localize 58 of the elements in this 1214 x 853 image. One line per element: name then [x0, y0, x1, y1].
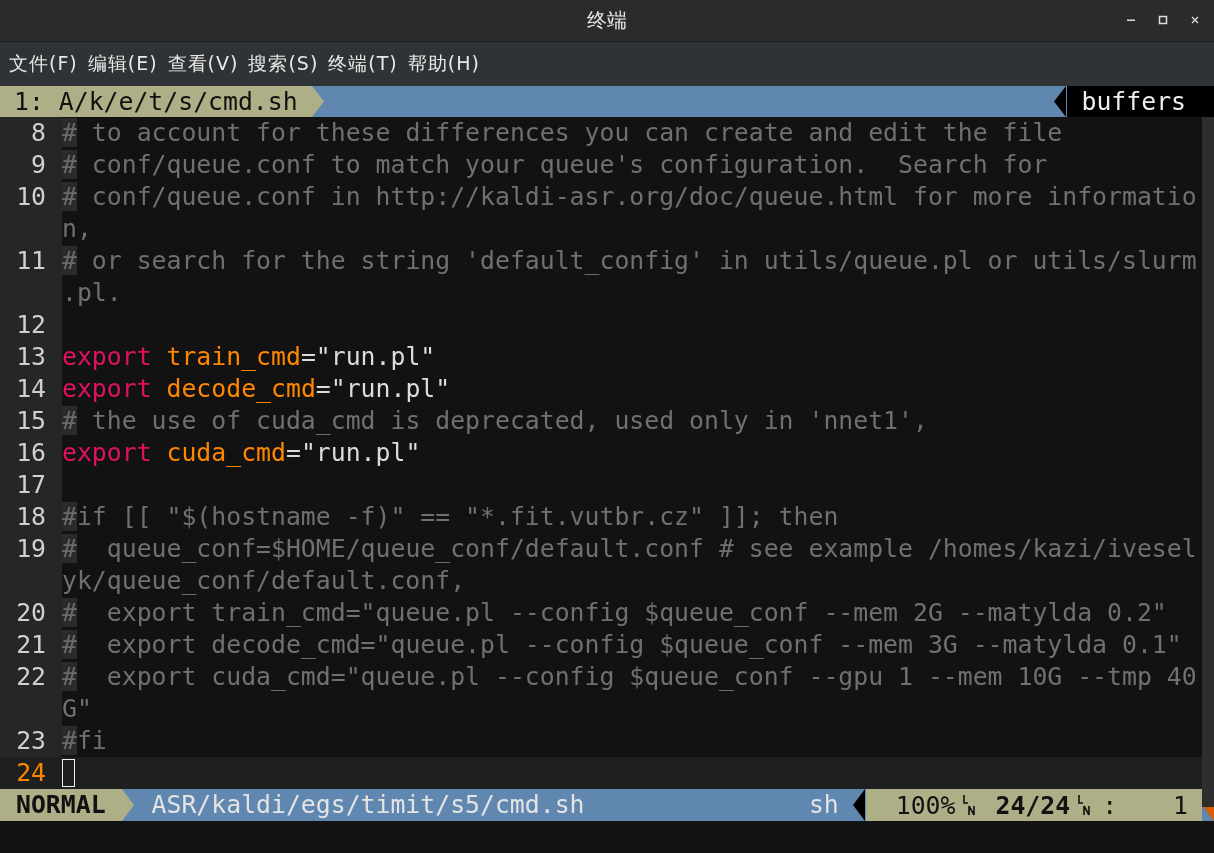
line-number: 9 — [31, 149, 46, 181]
column-separator: : — [1102, 790, 1118, 820]
code-line: # export cuda_cmd="queue.pl --config $queue_conf --gpu 1 --mem 10G --tmp 40 — [62, 661, 1197, 693]
code-line: #if [[ "$(hostname -f)" == "*.fit.vutbr.cz" ]]; then — [62, 501, 839, 533]
maximize-icon[interactable] — [1158, 15, 1168, 25]
line-number: 22 — [16, 661, 46, 693]
line-number: 18 — [16, 501, 46, 533]
code-line: # export train_cmd="queue.pl --config $queue_conf --mem 2G --matylda 0.2" — [62, 597, 1167, 629]
code-line: # queue_conf=$HOME/queue_conf/default.conf # see example /homes/kazi/ivesel — [62, 533, 1197, 565]
code-line: .pl. — [62, 277, 122, 309]
code-line: # to account for these differences you can create and edit the file — [62, 117, 1063, 149]
line-number: 16 — [16, 437, 46, 469]
line-number: 23 — [16, 725, 46, 757]
menu-item[interactable]: 编辑(E) — [84, 49, 161, 79]
code-line: export decode_cmd="run.pl" — [62, 373, 451, 405]
column-number: 1 — [1173, 790, 1188, 820]
code-line: G" — [62, 693, 92, 725]
line-number: 10 — [16, 181, 46, 213]
separator-arrow-icon — [311, 86, 324, 117]
line-number-icon — [963, 794, 976, 816]
scroll-percent: 100% — [895, 790, 956, 820]
menu-item[interactable]: 文件(F) — [6, 49, 81, 79]
line-number: 20 — [16, 597, 46, 629]
code-line: export train_cmd="run.pl" — [62, 341, 436, 373]
scrollbar[interactable] — [1202, 117, 1214, 807]
line-number: 19 — [16, 533, 46, 565]
line-number: 15 — [16, 405, 46, 437]
line-number: 17 — [16, 469, 46, 501]
separator-arrow-icon — [1054, 86, 1067, 117]
line-number-icon — [1078, 794, 1091, 816]
code-line: yk/queue_conf/default.conf, — [62, 565, 466, 597]
line-number: 8 — [31, 117, 46, 149]
code-line: # conf/queue.conf in http://kaldi-asr.org/doc/queue.html for more informatio — [62, 181, 1197, 213]
line-number: 11 — [16, 245, 46, 277]
code-line: # or search for the string 'default_config' in utils/queue.pl or utils/slurm — [62, 245, 1197, 277]
separator-arrow-icon — [852, 789, 865, 821]
line-number: 14 — [16, 373, 46, 405]
separator-arrow-icon — [121, 789, 134, 821]
line-number: 24 — [16, 757, 46, 789]
menu-item[interactable]: 查看(V) — [164, 49, 242, 79]
line-number: 13 — [16, 341, 46, 373]
line-position: 24/24 — [995, 790, 1071, 820]
code-line: # export decode_cmd="queue.pl --config $queue_conf --mem 3G --matylda 0.1" — [62, 629, 1182, 661]
line-number: 21 — [16, 629, 46, 661]
close-icon[interactable] — [1190, 15, 1200, 25]
text-cursor — [62, 759, 75, 787]
code-line: # the use of cuda_cmd is deprecated, used only in 'nnet1', — [62, 405, 928, 437]
menu-item[interactable]: 帮助(H) — [404, 49, 483, 79]
file-path: ASR/kaldi/egs/timit/s5/cmd.sh — [150, 789, 586, 821]
line-number: 12 — [16, 309, 46, 341]
code-line: n, — [62, 213, 92, 245]
menu-item[interactable]: 终端(T) — [325, 49, 401, 79]
file-type: sh — [808, 789, 840, 821]
menu-item[interactable]: 搜索(S) — [245, 49, 322, 79]
code-line: # conf/queue.conf to match your queue's configuration. Search for — [62, 149, 1048, 181]
window-title: 终端 — [587, 7, 627, 34]
code-line: export cuda_cmd="run.pl" — [62, 437, 421, 469]
code-line: #fi — [62, 725, 107, 757]
